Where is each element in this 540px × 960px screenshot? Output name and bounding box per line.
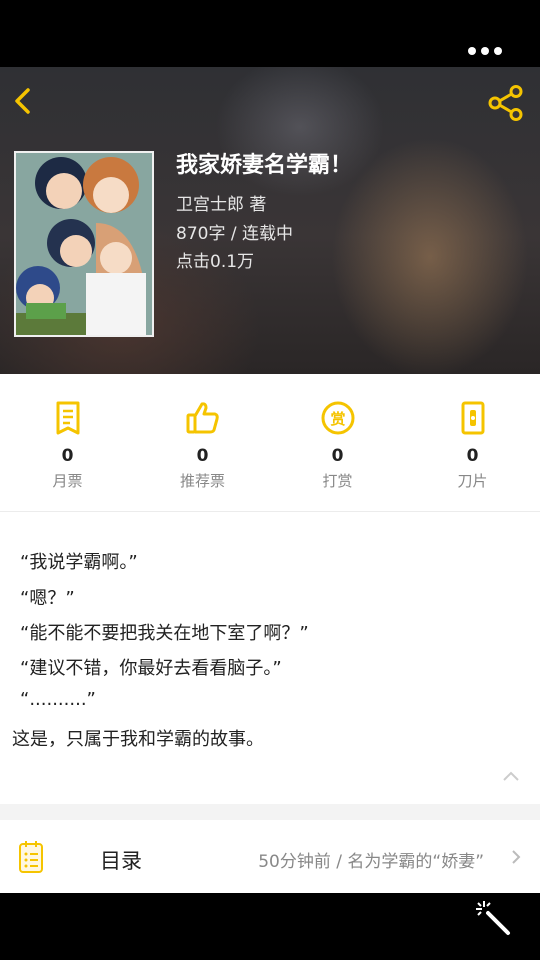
stat-blade[interactable]: 0 刀片 — [405, 374, 540, 511]
stat-count: 0 — [331, 446, 344, 466]
svg-text:赏: 赏 — [330, 410, 345, 428]
book-author: 卫宫士郎 著 — [176, 195, 267, 215]
book-word-count-status: 870字 / 连载中 — [176, 224, 293, 244]
book-header: 我家娇妻名学霸！ 卫宫士郎 著 870字 / 连载中 点击0.1万 — [0, 67, 540, 374]
more-options-icon[interactable] — [468, 47, 502, 55]
intro-line: “能不能不要把我关在地下室了啊？” — [20, 623, 309, 644]
cover-illustration — [16, 153, 152, 335]
intro-line: “我说学霸啊。” — [20, 552, 138, 573]
catalog-list-icon — [19, 841, 43, 873]
chevron-up-icon[interactable] — [502, 770, 520, 782]
toc-label: 目录 — [100, 849, 142, 873]
top-bar — [0, 0, 540, 67]
back-arrow-icon[interactable] — [8, 85, 40, 117]
book-introduction[interactable]: “我说学霸啊。” “嗯？” “能不能不要把我关在地下室了啊？” “建议不错，你最… — [0, 512, 540, 804]
thumbs-up-icon — [186, 402, 219, 434]
intro-line: “嗯？” — [20, 588, 75, 609]
intro-line: “..........” — [20, 689, 96, 710]
stat-label: 推荐票 — [179, 472, 225, 490]
share-icon[interactable] — [486, 83, 526, 123]
table-of-contents-row[interactable]: 目录 50分钟前 / 名为学霸的“娇妻” — [0, 820, 540, 893]
stat-reward[interactable]: 赏 0 打赏 — [270, 374, 405, 511]
book-title: 我家娇妻名学霸！ — [176, 153, 353, 178]
bottom-bar — [0, 893, 540, 960]
stat-count: 0 — [61, 446, 74, 466]
book-clicks: 点击0.1万 — [176, 252, 255, 272]
magic-wand-icon[interactable] — [474, 899, 514, 939]
reward-icon: 赏 — [321, 401, 354, 435]
intro-line: 这是，只属于我和学霸的故事。 — [12, 729, 264, 750]
stat-label: 打赏 — [322, 472, 353, 490]
stat-monthly-ticket[interactable]: 0 月票 — [0, 374, 135, 511]
intro-line: “建议不错，你最好去看看脑子。” — [20, 658, 282, 679]
stats-row: 0 月票 0 推荐票 赏 0 打赏 0 刀片 — [0, 374, 540, 512]
stat-count: 0 — [466, 446, 479, 466]
chevron-right-icon — [512, 850, 521, 864]
stat-count: 0 — [196, 446, 209, 466]
stat-label: 刀片 — [457, 472, 488, 490]
blade-icon — [461, 401, 484, 435]
latest-chapter: 50分钟前 / 名为学霸的“娇妻” — [258, 852, 484, 872]
monthly-ticket-icon — [56, 401, 79, 435]
stat-label: 月票 — [52, 472, 83, 490]
stat-recommend-ticket[interactable]: 0 推荐票 — [135, 374, 270, 511]
book-cover[interactable] — [14, 151, 154, 337]
section-divider — [0, 804, 540, 820]
